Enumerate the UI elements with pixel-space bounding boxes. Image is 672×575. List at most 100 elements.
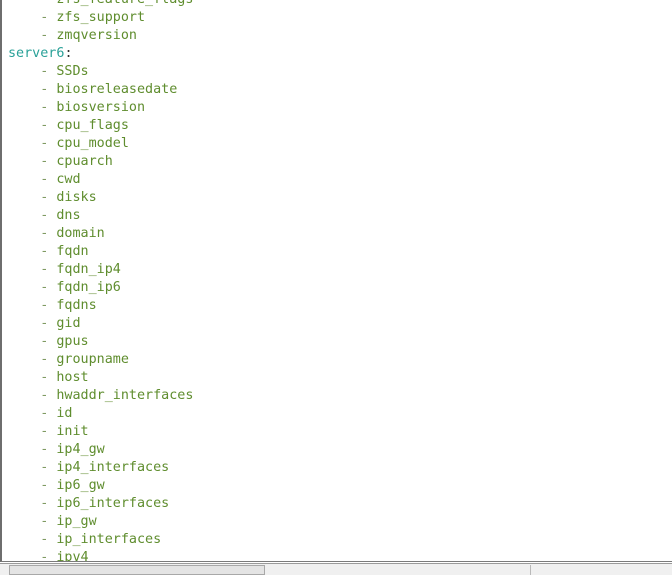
scrollbar-divider bbox=[530, 565, 531, 575]
output-list-item-line: - ip_interfaces bbox=[2, 531, 672, 549]
grain-name-label: init bbox=[56, 424, 89, 439]
output-list-item-line: - domain bbox=[2, 225, 672, 243]
horizontal-scrollbar[interactable] bbox=[0, 563, 672, 575]
output-list-item-line: - ip6_gw bbox=[2, 477, 672, 495]
output-list-item-line: - fqdn_ip4 bbox=[2, 261, 672, 279]
grain-name-label: ip6_gw bbox=[56, 478, 105, 493]
grain-name-label: cpuarch bbox=[56, 154, 113, 169]
output-list-item-line: - SSDs bbox=[2, 63, 672, 81]
output-list-item-line: - cpu_model bbox=[2, 135, 672, 153]
grain-name-label: cwd bbox=[56, 172, 81, 187]
grain-name-label: gpus bbox=[56, 334, 89, 349]
grain-name-label: SSDs bbox=[56, 64, 89, 79]
output-list-item-line: - fqdn_ip6 bbox=[2, 279, 672, 297]
grain-name-label: ip4_interfaces bbox=[56, 460, 170, 475]
grain-name-label: ip_interfaces bbox=[56, 532, 162, 547]
output-list-item-line: - fqdns bbox=[2, 297, 672, 315]
grain-name-label: cpu_model bbox=[56, 136, 129, 151]
grain-name-label: zfs_support bbox=[56, 10, 146, 25]
grain-name-label: hwaddr_interfaces bbox=[56, 388, 194, 403]
output-list-item-line: - biosversion bbox=[2, 99, 672, 117]
grain-name-label: zfs_feature_flags bbox=[56, 0, 193, 7]
output-list-item-line: - init bbox=[2, 423, 672, 441]
output-list-item-line: - biosreleasedate bbox=[2, 81, 672, 99]
grain-name-label: fqdn bbox=[56, 244, 89, 259]
grain-name-label: ip4_gw bbox=[56, 442, 105, 457]
grain-name-label: gid bbox=[56, 316, 81, 331]
yaml-output-listing: - zfs_feature_flags - zfs_support - zmqv… bbox=[2, 0, 672, 562]
grain-name-label: id bbox=[56, 406, 73, 421]
output-list-item-line: - host bbox=[2, 369, 672, 387]
grain-name-label: ip_gw bbox=[56, 514, 97, 529]
grain-name-label: groupname bbox=[56, 352, 129, 367]
output-list-item-line: - zfs_feature_flags bbox=[2, 0, 672, 9]
grain-name-label: biosreleasedate bbox=[56, 82, 178, 97]
terminal-output-window: - zfs_feature_flags - zfs_support - zmqv… bbox=[0, 0, 672, 575]
grain-name-label: dns bbox=[56, 208, 81, 223]
output-list-item-line: - gpus bbox=[2, 333, 672, 351]
host-key-label: server6 bbox=[8, 46, 65, 61]
output-host-key-line: server6: bbox=[2, 45, 672, 63]
grain-name-label: host bbox=[56, 370, 89, 385]
grain-name-label: fqdns bbox=[56, 298, 97, 313]
output-list-item-line: - ip_gw bbox=[2, 513, 672, 531]
output-list-item-line: - ip4_interfaces bbox=[2, 459, 672, 477]
output-list-item-line: - gid bbox=[2, 315, 672, 333]
horizontal-scrollbar-track[interactable] bbox=[0, 564, 672, 575]
grain-name-label: fqdn_ip4 bbox=[56, 262, 121, 277]
grain-name-label: ipv4 bbox=[56, 550, 89, 562]
horizontal-scrollbar-thumb[interactable] bbox=[9, 565, 265, 575]
output-list-item-line: - dns bbox=[2, 207, 672, 225]
grain-name-label: disks bbox=[56, 190, 97, 205]
grain-name-label: fqdn_ip6 bbox=[56, 280, 121, 295]
output-list-item-line: - fqdn bbox=[2, 243, 672, 261]
output-list-item-line: - disks bbox=[2, 189, 672, 207]
output-list-item-line: - id bbox=[2, 405, 672, 423]
grain-name-label: biosversion bbox=[56, 100, 146, 115]
output-list-item-line: - hwaddr_interfaces bbox=[2, 387, 672, 405]
grain-name-label: zmqversion bbox=[56, 28, 137, 43]
output-pane[interactable]: - zfs_feature_flags - zfs_support - zmqv… bbox=[0, 0, 672, 562]
grain-name-label: ip6_interfaces bbox=[56, 496, 170, 511]
colon-punctuation: : bbox=[64, 46, 73, 61]
output-list-item-line: - cwd bbox=[2, 171, 672, 189]
grain-name-label: cpu_flags bbox=[56, 118, 129, 133]
output-list-item-line: - ipv4 bbox=[2, 549, 672, 562]
output-list-item-line: - cpuarch bbox=[2, 153, 672, 171]
output-list-item-line: - cpu_flags bbox=[2, 117, 672, 135]
output-list-item-line: - ip6_interfaces bbox=[2, 495, 672, 513]
output-list-item-line: - ip4_gw bbox=[2, 441, 672, 459]
grain-name-label: domain bbox=[56, 226, 105, 241]
output-list-item-line: - zfs_support bbox=[2, 9, 672, 27]
